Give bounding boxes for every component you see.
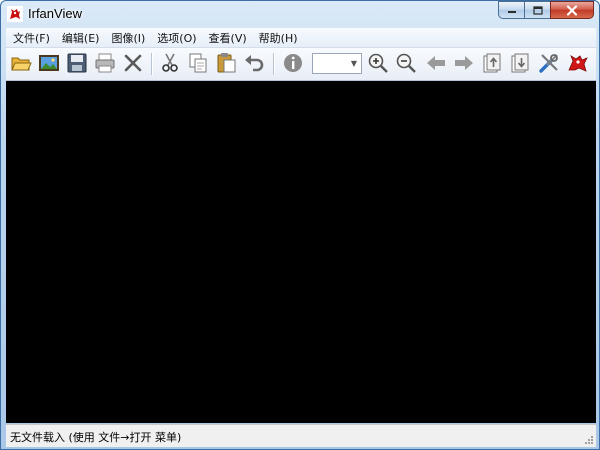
- menu-options[interactable]: 选项(O): [152, 30, 201, 46]
- previous-icon: [427, 56, 445, 70]
- slideshow-button[interactable]: [37, 51, 61, 75]
- image-canvas[interactable]: [6, 81, 596, 423]
- cut-icon: [162, 53, 178, 72]
- properties-icon: [539, 54, 558, 73]
- menu-edit[interactable]: 编辑(E): [57, 30, 105, 46]
- menu-file[interactable]: 文件(F): [8, 30, 55, 46]
- open-folder-icon: [11, 57, 32, 71]
- print-icon: [95, 53, 115, 73]
- toolbar: ▼: [6, 48, 596, 81]
- chevron-down-icon: ▼: [350, 59, 358, 68]
- next-page-button[interactable]: [508, 51, 532, 75]
- next-icon: [455, 56, 473, 70]
- close-button[interactable]: [550, 1, 594, 19]
- save-icon: [67, 53, 87, 73]
- next-page-icon: [511, 53, 529, 73]
- window-title: IrfanView: [28, 6, 82, 21]
- irfanview-app-icon[interactable]: [7, 6, 23, 22]
- zoom-in-button[interactable]: [366, 51, 390, 75]
- title-bar[interactable]: IrfanView: [1, 1, 599, 27]
- irfanview-window: IrfanView 文件(F) 编辑(E) 图像(I) 选项(O) 查看(V) …: [0, 0, 600, 450]
- menu-bar: 文件(F) 编辑(E) 图像(I) 选项(O) 查看(V) 帮助(H): [6, 28, 596, 48]
- menu-help[interactable]: 帮助(H): [254, 30, 303, 46]
- menu-view[interactable]: 查看(V): [204, 30, 252, 46]
- caption-buttons: [498, 1, 594, 20]
- slideshow-icon: [39, 55, 59, 71]
- save-button[interactable]: [65, 51, 89, 75]
- previous-button[interactable]: [424, 51, 448, 75]
- properties-button[interactable]: [537, 51, 561, 75]
- next-button[interactable]: [452, 51, 476, 75]
- toolbar-separator: [273, 53, 275, 75]
- irfanview-logo-icon: [568, 55, 588, 72]
- delete-icon: [124, 54, 142, 72]
- copy-button[interactable]: [186, 51, 210, 75]
- zoom-select[interactable]: ▼: [312, 53, 362, 74]
- print-button[interactable]: [93, 51, 117, 75]
- status-bar: 无文件载入 (使用 文件→打开 菜单): [6, 424, 596, 447]
- menu-image[interactable]: 图像(I): [106, 30, 150, 46]
- minimize-icon: [507, 11, 516, 13]
- previous-page-icon: [483, 53, 501, 73]
- minimize-button[interactable]: [498, 1, 524, 19]
- undo-icon: [245, 55, 264, 72]
- maximize-button[interactable]: [524, 1, 550, 19]
- maximize-icon: [532, 5, 543, 15]
- cut-button[interactable]: [158, 51, 182, 75]
- status-text: 无文件载入 (使用 文件→打开 菜单): [10, 431, 182, 444]
- copy-icon: [189, 53, 207, 73]
- zoom-out-icon: [396, 53, 416, 73]
- zoom-out-button[interactable]: [394, 51, 418, 75]
- delete-button[interactable]: [121, 51, 145, 75]
- paste-button[interactable]: [214, 51, 238, 75]
- undo-button[interactable]: [242, 51, 266, 75]
- paste-icon: [217, 53, 236, 73]
- close-icon: [566, 4, 578, 16]
- info-icon: [284, 54, 302, 72]
- toolbar-separator: [151, 53, 153, 75]
- open-button[interactable]: [9, 51, 33, 75]
- irfanview-logo-button[interactable]: [566, 51, 590, 75]
- info-button[interactable]: [281, 51, 305, 75]
- zoom-in-icon: [368, 53, 388, 73]
- resize-grip-icon[interactable]: [584, 435, 594, 445]
- previous-page-button[interactable]: [480, 51, 504, 75]
